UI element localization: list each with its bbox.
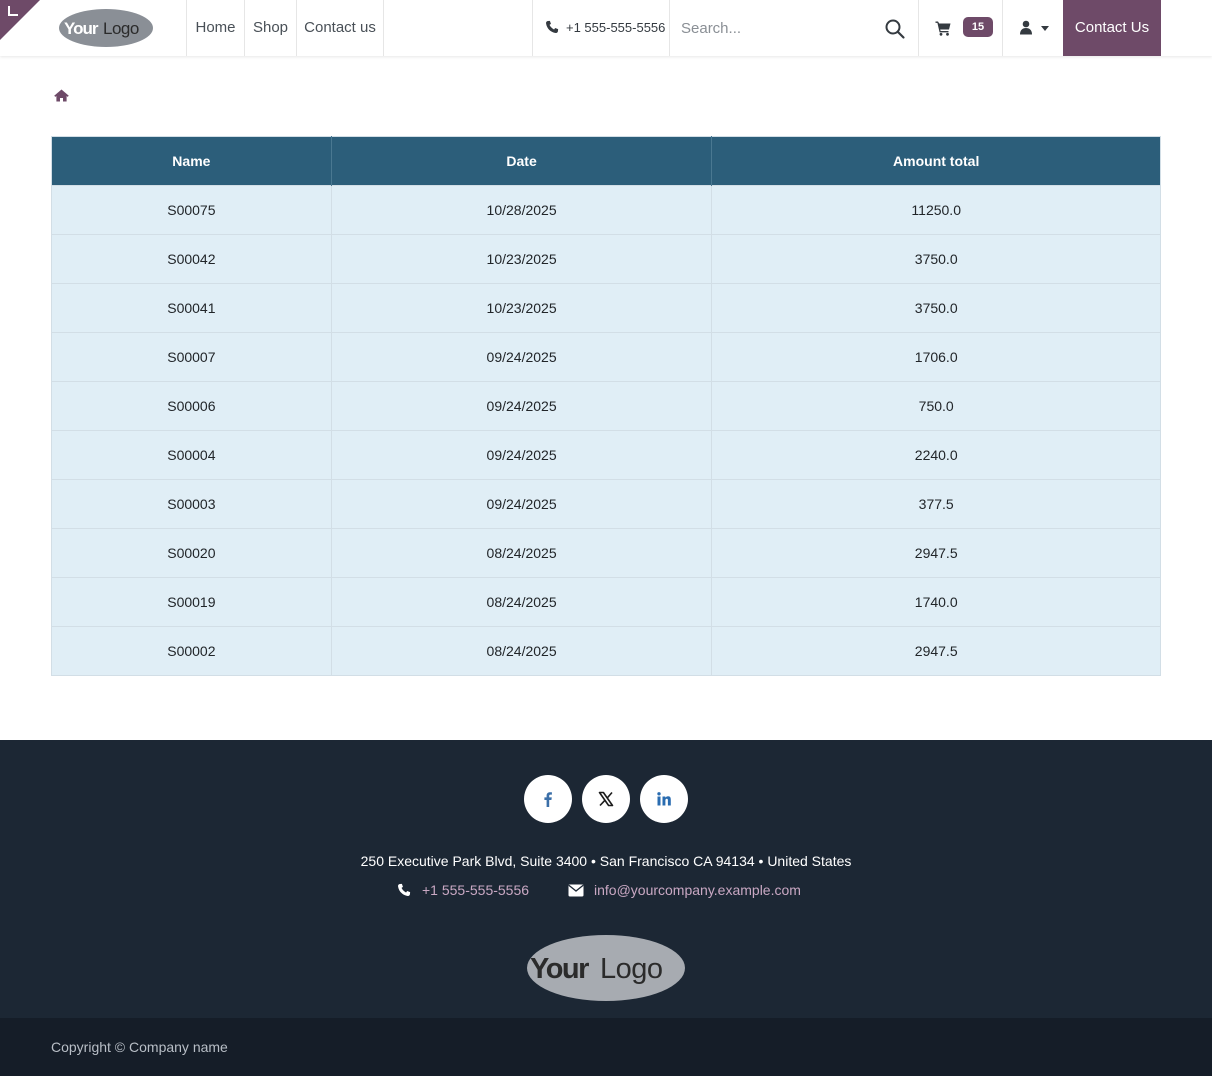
order-name[interactable]: S00042 <box>51 234 332 284</box>
footer-phone-link[interactable]: +1 555-555-5556 <box>422 882 529 898</box>
nav-shop[interactable]: Shop <box>244 0 296 56</box>
phone-icon <box>398 883 411 896</box>
order-amount: 2947.5 <box>711 528 1161 578</box>
order-amount: 750.0 <box>711 381 1161 431</box>
order-date: 10/23/2025 <box>331 283 713 333</box>
order-amount: 1740.0 <box>711 577 1161 627</box>
order-amount: 377.5 <box>711 479 1161 529</box>
order-date: 08/24/2025 <box>331 626 713 676</box>
table-row[interactable]: S00042 10/23/2025 3750.0 <box>51 234 1161 284</box>
order-name[interactable]: S00006 <box>51 381 332 431</box>
footer-logo: Your Logo <box>527 935 685 1001</box>
enter-icon <box>8 6 18 16</box>
svg-text:Your: Your <box>530 953 589 985</box>
order-amount: 2240.0 <box>711 430 1161 480</box>
x-link[interactable] <box>582 775 630 823</box>
order-name[interactable]: S00003 <box>51 479 332 529</box>
table-row[interactable]: S00003 09/24/2025 377.5 <box>51 479 1161 529</box>
table-row[interactable]: S00020 08/24/2025 2947.5 <box>51 528 1161 578</box>
linkedin-icon <box>657 792 671 806</box>
table-row[interactable]: S00002 08/24/2025 2947.5 <box>51 626 1161 676</box>
order-amount: 3750.0 <box>711 234 1161 284</box>
order-date: 08/24/2025 <box>331 528 713 578</box>
order-date: 09/24/2025 <box>331 430 713 480</box>
order-amount: 1706.0 <box>711 332 1161 382</box>
column-header-name[interactable]: Name <box>51 136 332 186</box>
table-row[interactable]: S00041 10/23/2025 3750.0 <box>51 283 1161 333</box>
header-phone-link[interactable]: +1 555-555-5556 <box>532 0 670 56</box>
order-amount: 2947.5 <box>711 626 1161 676</box>
table-row[interactable]: S00006 09/24/2025 750.0 <box>51 381 1161 431</box>
column-header-amount-total[interactable]: Amount total <box>711 136 1161 186</box>
home-icon[interactable] <box>54 89 69 102</box>
order-date: 08/24/2025 <box>331 577 713 627</box>
facebook-link[interactable] <box>524 775 572 823</box>
order-date: 09/24/2025 <box>331 332 713 382</box>
cart-button[interactable]: 15 <box>919 0 1003 56</box>
nav-home[interactable]: Home <box>186 0 244 56</box>
orders-table: Name Date Amount total S00075 10/28/2025 1… <box>51 136 1161 676</box>
phone-icon <box>546 20 559 33</box>
chevron-down-icon <box>1041 26 1049 31</box>
order-name[interactable]: S00020 <box>51 528 332 578</box>
user-icon <box>1020 20 1032 35</box>
order-name[interactable]: S00019 <box>51 577 332 627</box>
contact-us-button[interactable]: Contact Us <box>1063 0 1161 56</box>
edit-mode-corner[interactable] <box>0 0 40 40</box>
footer: 250 Executive Park Blvd, Suite 3400 • Sa… <box>0 740 1212 1018</box>
svg-text:Logo: Logo <box>600 953 663 985</box>
x-icon <box>598 791 614 807</box>
table-row[interactable]: S00004 09/24/2025 2240.0 <box>51 430 1161 480</box>
table-header-row: Name Date Amount total <box>51 136 1161 186</box>
order-name[interactable]: S00075 <box>51 185 332 235</box>
facebook-icon <box>544 792 552 807</box>
cart-count-badge: 15 <box>963 17 993 37</box>
nav-contact-us[interactable]: Contact us <box>296 0 384 56</box>
order-date: 09/24/2025 <box>331 479 713 529</box>
header-phone-number: +1 555-555-5556 <box>566 20 666 35</box>
svg-text:Logo: Logo <box>103 19 139 38</box>
company-address: 250 Executive Park Blvd, Suite 3400 • Sa… <box>360 853 852 869</box>
brand-logo[interactable]: Your Logo <box>58 8 154 48</box>
user-menu-toggle[interactable] <box>1003 0 1063 56</box>
order-date: 10/28/2025 <box>331 185 713 235</box>
order-amount: 11250.0 <box>711 185 1161 235</box>
order-name[interactable]: S00007 <box>51 332 332 382</box>
top-navbar: Your Logo Home Shop Contact us +1 555-55… <box>0 0 1212 56</box>
table-row[interactable]: S00007 09/24/2025 1706.0 <box>51 332 1161 382</box>
footer-email-link[interactable]: info@yourcompany.example.com <box>594 882 801 898</box>
search-icon[interactable] <box>884 18 906 40</box>
svg-text:Your: Your <box>64 19 99 38</box>
order-amount: 3750.0 <box>711 283 1161 333</box>
column-header-date[interactable]: Date <box>331 136 713 186</box>
copyright-bar: Copyright © Company name <box>0 1018 1212 1076</box>
order-name[interactable]: S00041 <box>51 283 332 333</box>
linkedin-link[interactable] <box>640 775 688 823</box>
search-input[interactable] <box>670 0 870 56</box>
order-name[interactable]: S00004 <box>51 430 332 480</box>
copyright-text: Copyright © Company name <box>51 1039 228 1055</box>
order-date: 09/24/2025 <box>331 381 713 431</box>
table-row[interactable]: S00075 10/28/2025 11250.0 <box>51 185 1161 235</box>
envelope-icon <box>568 884 584 897</box>
cart-icon <box>935 21 951 36</box>
table-row[interactable]: S00019 08/24/2025 1740.0 <box>51 577 1161 627</box>
search-form <box>670 0 919 56</box>
order-date: 10/23/2025 <box>331 234 713 284</box>
order-name[interactable]: S00002 <box>51 626 332 676</box>
